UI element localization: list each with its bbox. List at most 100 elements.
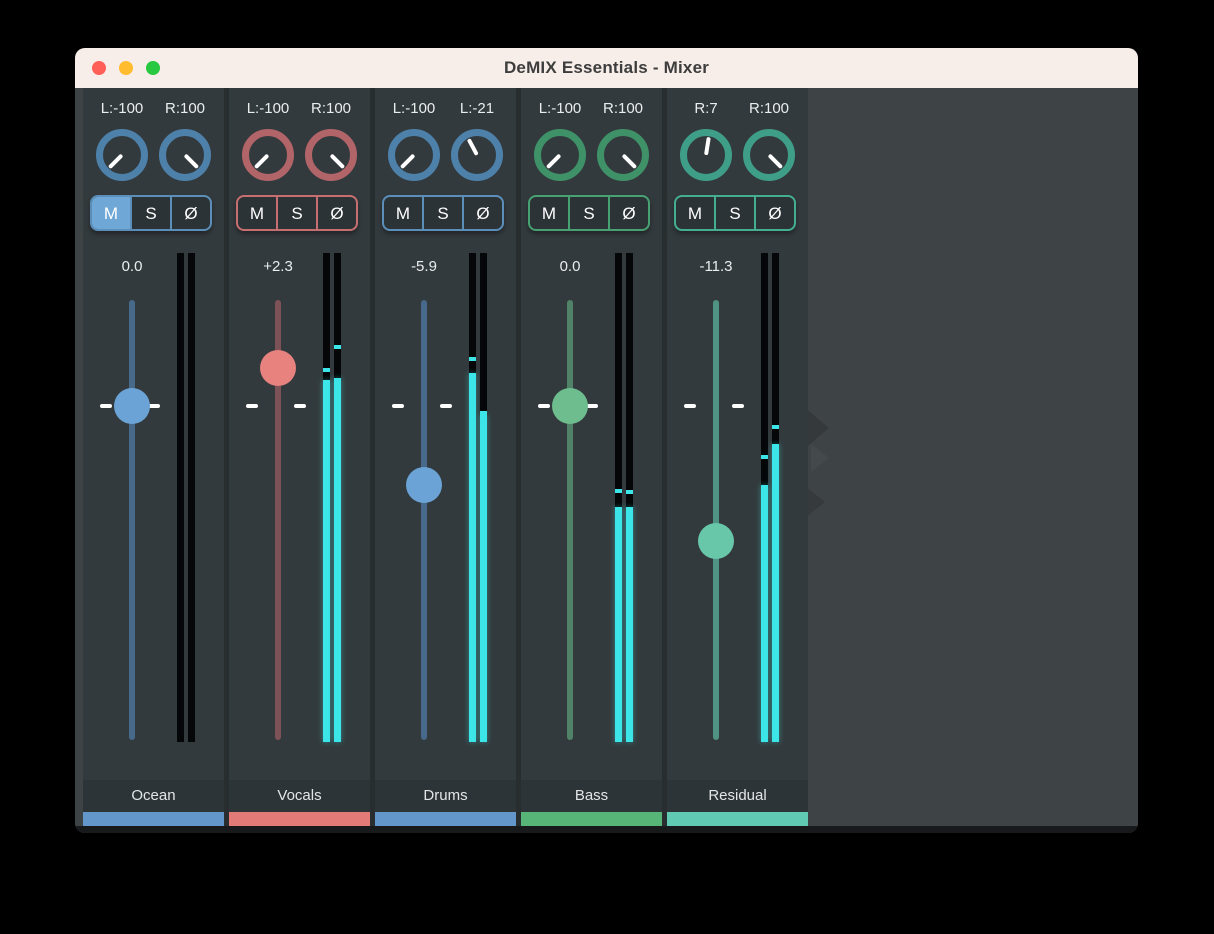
- knob-pointer-icon: [622, 154, 638, 170]
- meter-fill: [480, 415, 487, 742]
- channel-button-group: M S Ø: [674, 195, 796, 231]
- phase-button[interactable]: Ø: [608, 197, 648, 229]
- pan-knob-left-value: L:-100: [242, 100, 294, 117]
- pan-knob-left[interactable]: [534, 129, 586, 181]
- phase-button[interactable]: Ø: [754, 197, 794, 229]
- solo-button[interactable]: S: [276, 197, 316, 229]
- window-title: DeMIX Essentials - Mixer: [504, 58, 709, 78]
- channel-name: Residual: [667, 780, 808, 812]
- channel-button-group: M S Ø: [528, 195, 650, 231]
- fader-thumb[interactable]: [114, 388, 150, 424]
- knob-pointer-icon: [768, 154, 784, 170]
- window-titlebar: DeMIX Essentials - Mixer: [75, 48, 1138, 88]
- pan-knob-left-value: L:-100: [96, 100, 148, 117]
- channel-color-bar: [229, 812, 370, 826]
- meter-fill: [323, 380, 330, 742]
- fader-thumb[interactable]: [406, 467, 442, 503]
- mixer-window: DeMIX Essentials - Mixer L:-100 R:100 M: [75, 48, 1138, 833]
- minimize-button[interactable]: [119, 61, 133, 75]
- mute-button[interactable]: M: [92, 197, 130, 229]
- watermark-chevron-icon: [805, 486, 825, 518]
- fader-db-value: -5.9: [375, 258, 473, 275]
- solo-button[interactable]: S: [568, 197, 608, 229]
- channel-color-bar: [375, 812, 516, 826]
- mute-button[interactable]: M: [676, 197, 714, 229]
- solo-button[interactable]: S: [130, 197, 170, 229]
- meter-fill: [626, 507, 633, 742]
- fader-track[interactable]: [421, 300, 427, 740]
- fader-db-value: 0.0: [83, 258, 181, 275]
- pan-knob-left-value: L:-100: [534, 100, 586, 117]
- knob-pointer-icon: [400, 154, 416, 170]
- close-button[interactable]: [92, 61, 106, 75]
- pan-labels-row: L:-100 L:-21: [375, 100, 516, 117]
- solo-button[interactable]: S: [422, 197, 462, 229]
- meter-peak-indicator: [469, 357, 476, 361]
- channel-strip-drums: L:-100 L:-21 M S Ø -5.9: [375, 88, 516, 826]
- unity-gain-tick-left: [100, 404, 112, 408]
- fader-db-value: 0.0: [521, 258, 619, 275]
- pan-knob-right[interactable]: [743, 129, 795, 181]
- fader-track[interactable]: [713, 300, 719, 740]
- channel-color-bar: [521, 812, 662, 826]
- fader-track[interactable]: [567, 300, 573, 740]
- meter-peak-indicator: [323, 368, 330, 372]
- pan-labels-row: L:-100 R:100: [83, 100, 224, 117]
- level-meter-right: [772, 253, 779, 742]
- meter-fill: [615, 507, 622, 742]
- level-meter-right: [626, 253, 633, 742]
- fader-track[interactable]: [129, 300, 135, 740]
- channel-name: Bass: [521, 780, 662, 812]
- pan-knob-left[interactable]: [388, 129, 440, 181]
- pan-knob-right[interactable]: [451, 129, 503, 181]
- fader-db-value: +2.3: [229, 258, 327, 275]
- pan-knob-left[interactable]: [96, 129, 148, 181]
- pan-knob-left[interactable]: [242, 129, 294, 181]
- channel-strip-residual: R:7 R:100 M S Ø -11.3: [667, 88, 808, 826]
- phase-button[interactable]: Ø: [462, 197, 502, 229]
- fader-thumb[interactable]: [260, 350, 296, 386]
- traffic-lights: [92, 48, 160, 88]
- meter-peak-indicator: [772, 425, 779, 429]
- unity-gain-tick-right: [294, 404, 306, 408]
- knob-pointer-icon: [254, 154, 270, 170]
- channel-name: Drums: [375, 780, 516, 812]
- channel-strip-vocals: L:-100 R:100 M S Ø +2.3: [229, 88, 370, 826]
- level-meter-left: [615, 253, 622, 742]
- fader-thumb[interactable]: [698, 523, 734, 559]
- channel-rack: L:-100 R:100 M S Ø 0.0: [83, 88, 808, 826]
- knob-pointer-icon: [704, 137, 711, 155]
- pan-knobs-row: [375, 129, 516, 181]
- pan-knob-right-value: R:100: [159, 100, 211, 117]
- meter-fill: [772, 444, 779, 742]
- mute-button[interactable]: M: [384, 197, 422, 229]
- meter-peak-indicator: [480, 411, 487, 415]
- pan-knob-right-value: L:-21: [451, 100, 503, 117]
- fullscreen-button[interactable]: [146, 61, 160, 75]
- unity-gain-tick-right: [440, 404, 452, 408]
- channel-color-bar: [667, 812, 808, 826]
- mixer-content: L:-100 R:100 M S Ø 0.0: [75, 88, 1138, 833]
- level-meter-right: [334, 253, 341, 742]
- meter-fill: [469, 373, 476, 742]
- channel-color-bar: [83, 812, 224, 826]
- fader-db-value: -11.3: [667, 258, 765, 275]
- fader-thumb[interactable]: [552, 388, 588, 424]
- phase-button[interactable]: Ø: [170, 197, 210, 229]
- pan-knob-right[interactable]: [159, 129, 211, 181]
- pan-knob-right[interactable]: [597, 129, 649, 181]
- solo-button[interactable]: S: [714, 197, 754, 229]
- pan-knob-right[interactable]: [305, 129, 357, 181]
- mute-button[interactable]: M: [238, 197, 276, 229]
- channel-name: Ocean: [83, 780, 224, 812]
- channel-strip-ocean: L:-100 R:100 M S Ø 0.0: [83, 88, 224, 826]
- unity-gain-tick-left: [538, 404, 550, 408]
- meter-fill: [334, 378, 341, 742]
- mute-button[interactable]: M: [530, 197, 568, 229]
- pan-knob-left[interactable]: [680, 129, 732, 181]
- pan-knob-left-value: L:-100: [388, 100, 440, 117]
- level-meter-right: [188, 253, 195, 742]
- unity-gain-tick-left: [684, 404, 696, 408]
- phase-button[interactable]: Ø: [316, 197, 356, 229]
- knob-pointer-icon: [184, 154, 200, 170]
